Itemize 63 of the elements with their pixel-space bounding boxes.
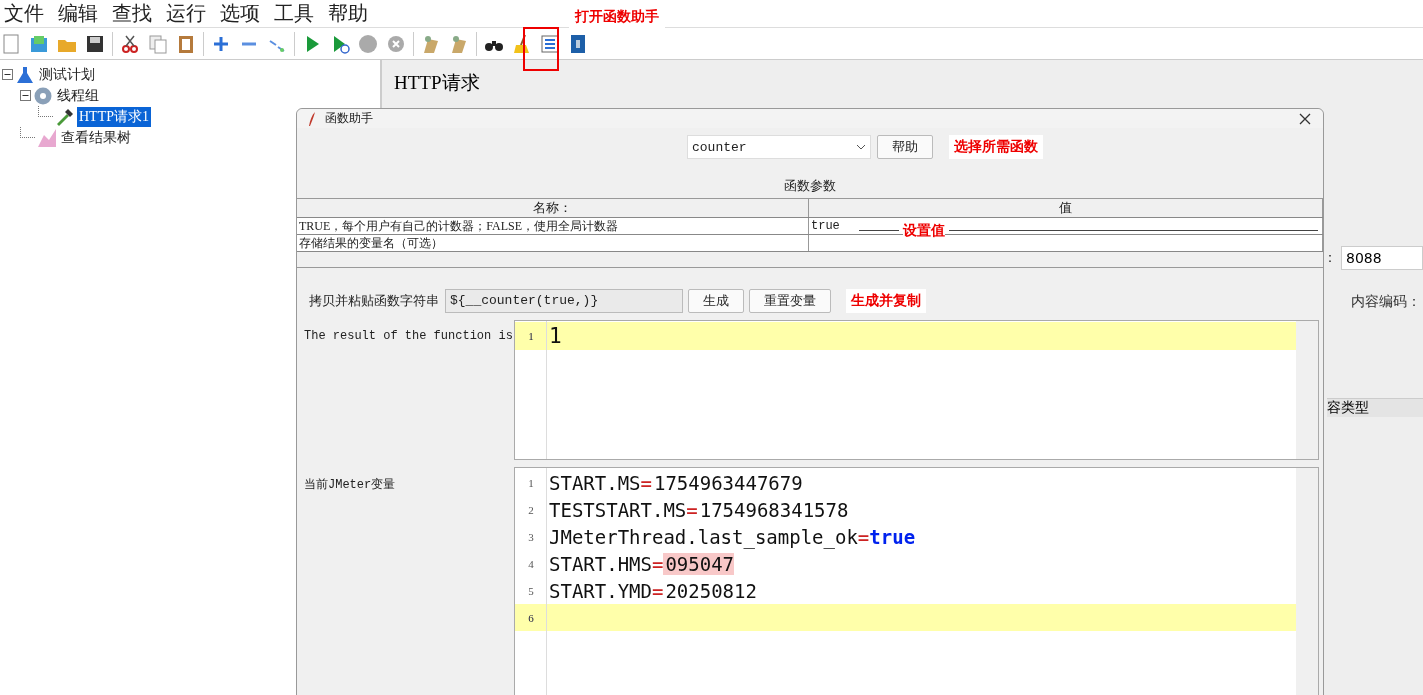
function-string-field[interactable]: ${__counter(true,)}: [445, 289, 683, 313]
line-number: 4: [527, 557, 535, 570]
feather-icon: [307, 110, 317, 127]
flask-icon: [16, 65, 34, 84]
function-dropdown[interactable]: counter: [687, 135, 871, 159]
code-text: START.YMD=20250812: [548, 579, 757, 602]
tree-item[interactable]: 测试计划: [37, 64, 97, 85]
table-cell[interactable]: true: [811, 219, 840, 233]
copy-icon[interactable]: [147, 32, 169, 55]
code-text: 1: [548, 324, 562, 348]
column-header: 名称：: [297, 199, 809, 217]
help-button[interactable]: 帮助: [877, 135, 933, 159]
port-label: ：: [1323, 249, 1337, 267]
menu-item[interactable]: 选项: [218, 0, 262, 27]
result-editor[interactable]: 1 1: [514, 320, 1319, 460]
menu-item[interactable]: 编辑: [56, 0, 100, 27]
highlight-box: [523, 27, 559, 71]
gear-icon: [34, 86, 52, 105]
table-cell: TRUE，每个用户有自己的计数器；FALSE，使用全局计数器: [297, 218, 809, 234]
field-label: 当前JMeter变量: [303, 477, 397, 494]
section-title: 函数参数: [783, 177, 837, 195]
line-number: 5: [527, 584, 535, 597]
collapse-icon[interactable]: [20, 90, 31, 101]
menu-item[interactable]: 帮助: [326, 0, 370, 27]
code-text: TESTSTART.MS=1754968341578: [548, 498, 849, 521]
code-text: JMeterThread.last_sample_ok=true: [548, 525, 916, 548]
action-button[interactable]: 生成: [688, 289, 744, 313]
tree-item[interactable]: 查看结果树: [59, 127, 133, 148]
chevron-icon: [856, 144, 866, 150]
collapse-icon[interactable]: [2, 69, 13, 80]
menu-item[interactable]: 文件: [2, 0, 46, 27]
port-field[interactable]: 8088: [1341, 246, 1423, 270]
column-header: 容类型: [1327, 398, 1423, 417]
menu-item[interactable]: 运行: [164, 0, 208, 27]
field-label: 拷贝并粘贴函数字符串: [309, 292, 439, 310]
line-number: 1: [527, 476, 535, 489]
action-button[interactable]: 重置变量: [749, 289, 831, 313]
dialog-title: 函数助手: [325, 110, 374, 127]
scrollbar[interactable]: [1296, 321, 1318, 459]
scrollbar[interactable]: [1296, 468, 1318, 695]
column-header: 值: [809, 199, 1323, 217]
annotation-label: 生成并复制: [846, 289, 926, 313]
line-number: 2: [527, 503, 535, 516]
menu-item[interactable]: 查找: [110, 0, 154, 27]
pipette-icon: [56, 107, 74, 126]
table-cell: 存储结果的变量名（可选）: [297, 235, 809, 251]
panel-title: HTTP请求: [393, 71, 481, 95]
tree-item[interactable]: HTTP请求1: [77, 106, 151, 127]
line-number: 1: [527, 330, 535, 342]
stop-icon[interactable]: [357, 32, 379, 55]
field-label: The result of the function is: [303, 328, 514, 345]
chart-icon: [38, 128, 56, 147]
tree-item[interactable]: 线程组: [55, 85, 101, 106]
close-icon[interactable]: [1299, 112, 1311, 125]
variables-editor[interactable]: 1 START.MS=1754963447679 2 TESTSTART.MS=1754968341578 3 JMeterThread.last_sample_ok=true 4 START.HMS=095047 5 START.YMD=20250812 6: [514, 467, 1319, 695]
menu-item[interactable]: 工具: [272, 0, 316, 27]
code-text: START.HMS=095047: [548, 552, 735, 575]
code-text: START.MS=1754963447679: [548, 471, 803, 494]
annotation-label: 设置值: [903, 222, 945, 238]
line-number: 3: [527, 530, 535, 543]
annotation-label: 选择所需函数: [949, 135, 1043, 159]
line-number: 6: [527, 611, 535, 624]
encoding-label: 内容编码：: [1351, 293, 1421, 311]
